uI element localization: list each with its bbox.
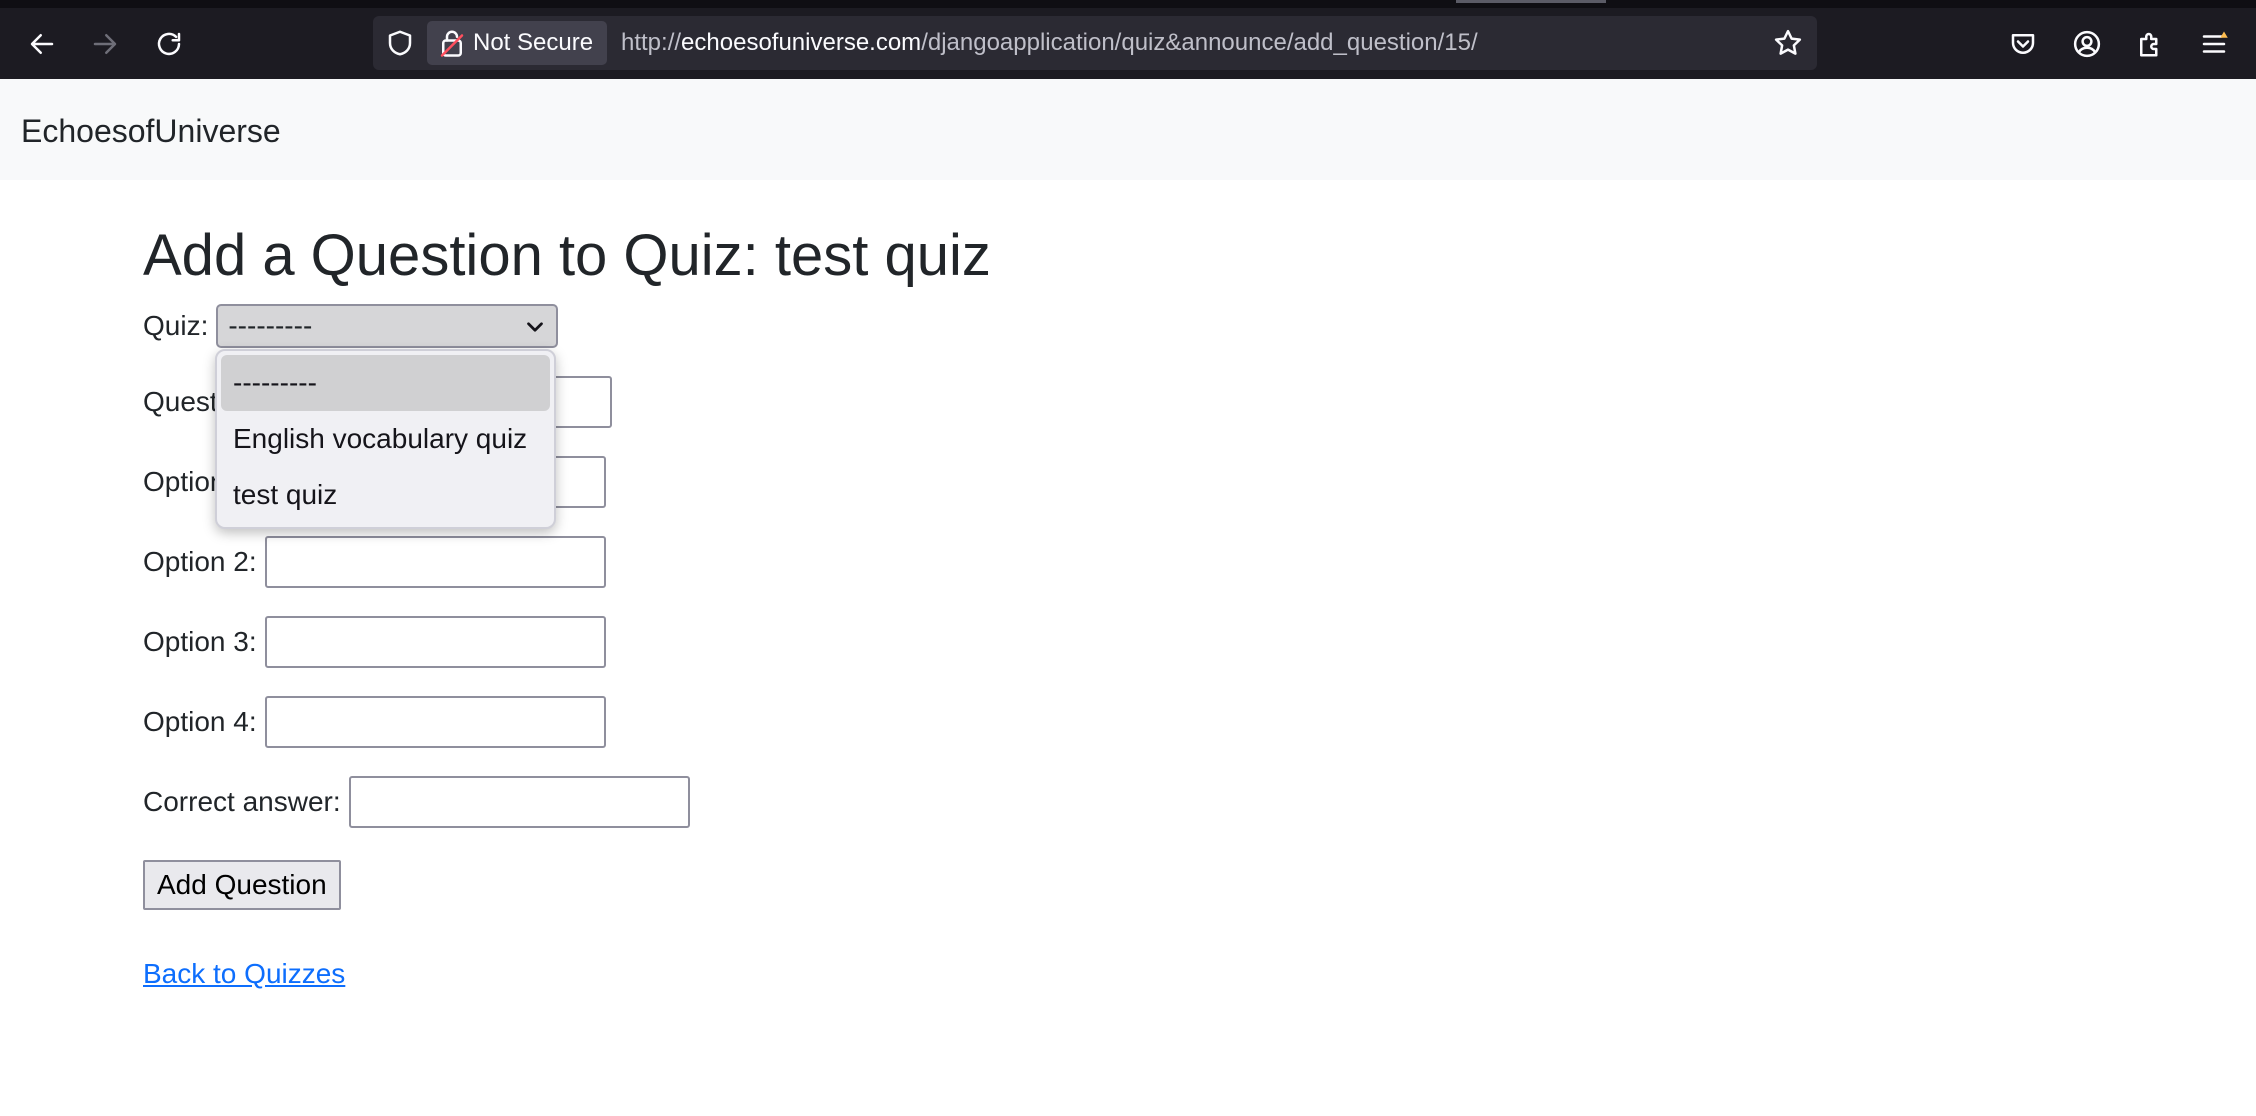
- arrow-right-icon: [93, 34, 117, 54]
- forward-button[interactable]: [83, 22, 127, 66]
- correct-answer-input[interactable]: [348, 776, 690, 828]
- url-prefix: http://: [621, 29, 682, 56]
- quiz-row: Quiz: ---------: [143, 302, 559, 350]
- dropdown-option[interactable]: English vocabulary quiz: [221, 411, 550, 467]
- browser-toolbar: Not Secure http://echoesofuniverse.com/d…: [0, 0, 2256, 79]
- quiz-select-value: ---------: [228, 310, 313, 341]
- arrow-left-icon: [30, 34, 54, 54]
- menu-button[interactable]: [2196, 26, 2232, 62]
- broken-lock-icon: [440, 30, 464, 57]
- page-title: Add a Question to Quiz: test quiz: [143, 223, 991, 288]
- site-navbar: EchoesofUniverse: [0, 79, 2256, 180]
- account-button[interactable]: [2069, 26, 2105, 62]
- quiz-select[interactable]: ---------: [216, 304, 559, 348]
- back-to-quizzes-link[interactable]: Back to Quizzes: [143, 958, 345, 990]
- account-icon: [2073, 30, 2101, 58]
- dropdown-option[interactable]: ---------: [221, 355, 550, 411]
- option4-label: Option 4:: [143, 706, 257, 737]
- option2-input[interactable]: [264, 536, 606, 588]
- dropdown-option[interactable]: test quiz: [221, 467, 550, 523]
- not-secure-badge[interactable]: Not Secure: [427, 21, 607, 65]
- address-bar[interactable]: Not Secure http://echoesofuniverse.com/d…: [373, 16, 1817, 70]
- url-path: /djangoapplication/quiz&announce/add_que…: [921, 29, 1478, 56]
- not-secure-label: Not Secure: [473, 29, 594, 56]
- option3-label: Option 3:: [143, 626, 257, 657]
- option3-row: Option 3:: [143, 616, 606, 668]
- pocket-icon: [2011, 34, 2035, 54]
- correct-answer-row: Correct answer:: [143, 776, 690, 828]
- url-text[interactable]: http://echoesofuniverse.com/djangoapplic…: [621, 16, 1478, 70]
- hamburger-menu-icon: [2202, 31, 2228, 53]
- quiz-label: Quiz:: [143, 310, 209, 341]
- option2-row: Option 2:: [143, 536, 606, 588]
- correct-answer-label: Correct answer:: [143, 786, 341, 817]
- option2-label: Option 2:: [143, 546, 257, 577]
- puzzle-icon: [2140, 32, 2158, 57]
- option3-input[interactable]: [264, 616, 606, 668]
- back-button[interactable]: [20, 22, 64, 66]
- extensions-button[interactable]: [2132, 26, 2168, 62]
- brand-link[interactable]: EchoesofUniverse: [21, 79, 281, 183]
- tab-indicator: [1456, 0, 1606, 3]
- reload-button[interactable]: [147, 22, 191, 66]
- add-question-button[interactable]: Add Question: [143, 860, 341, 910]
- quiz-dropdown-list: --------- English vocabulary quiz test q…: [215, 349, 556, 529]
- pocket-button[interactable]: [2005, 26, 2041, 62]
- option4-input[interactable]: [264, 696, 606, 748]
- shield-icon[interactable]: [385, 28, 415, 58]
- url-host: echoesofuniverse.com: [681, 29, 922, 56]
- bookmark-star-icon[interactable]: [1773, 28, 1803, 58]
- reload-icon: [157, 32, 181, 56]
- chevron-down-icon: [527, 322, 544, 332]
- option4-row: Option 4:: [143, 696, 606, 748]
